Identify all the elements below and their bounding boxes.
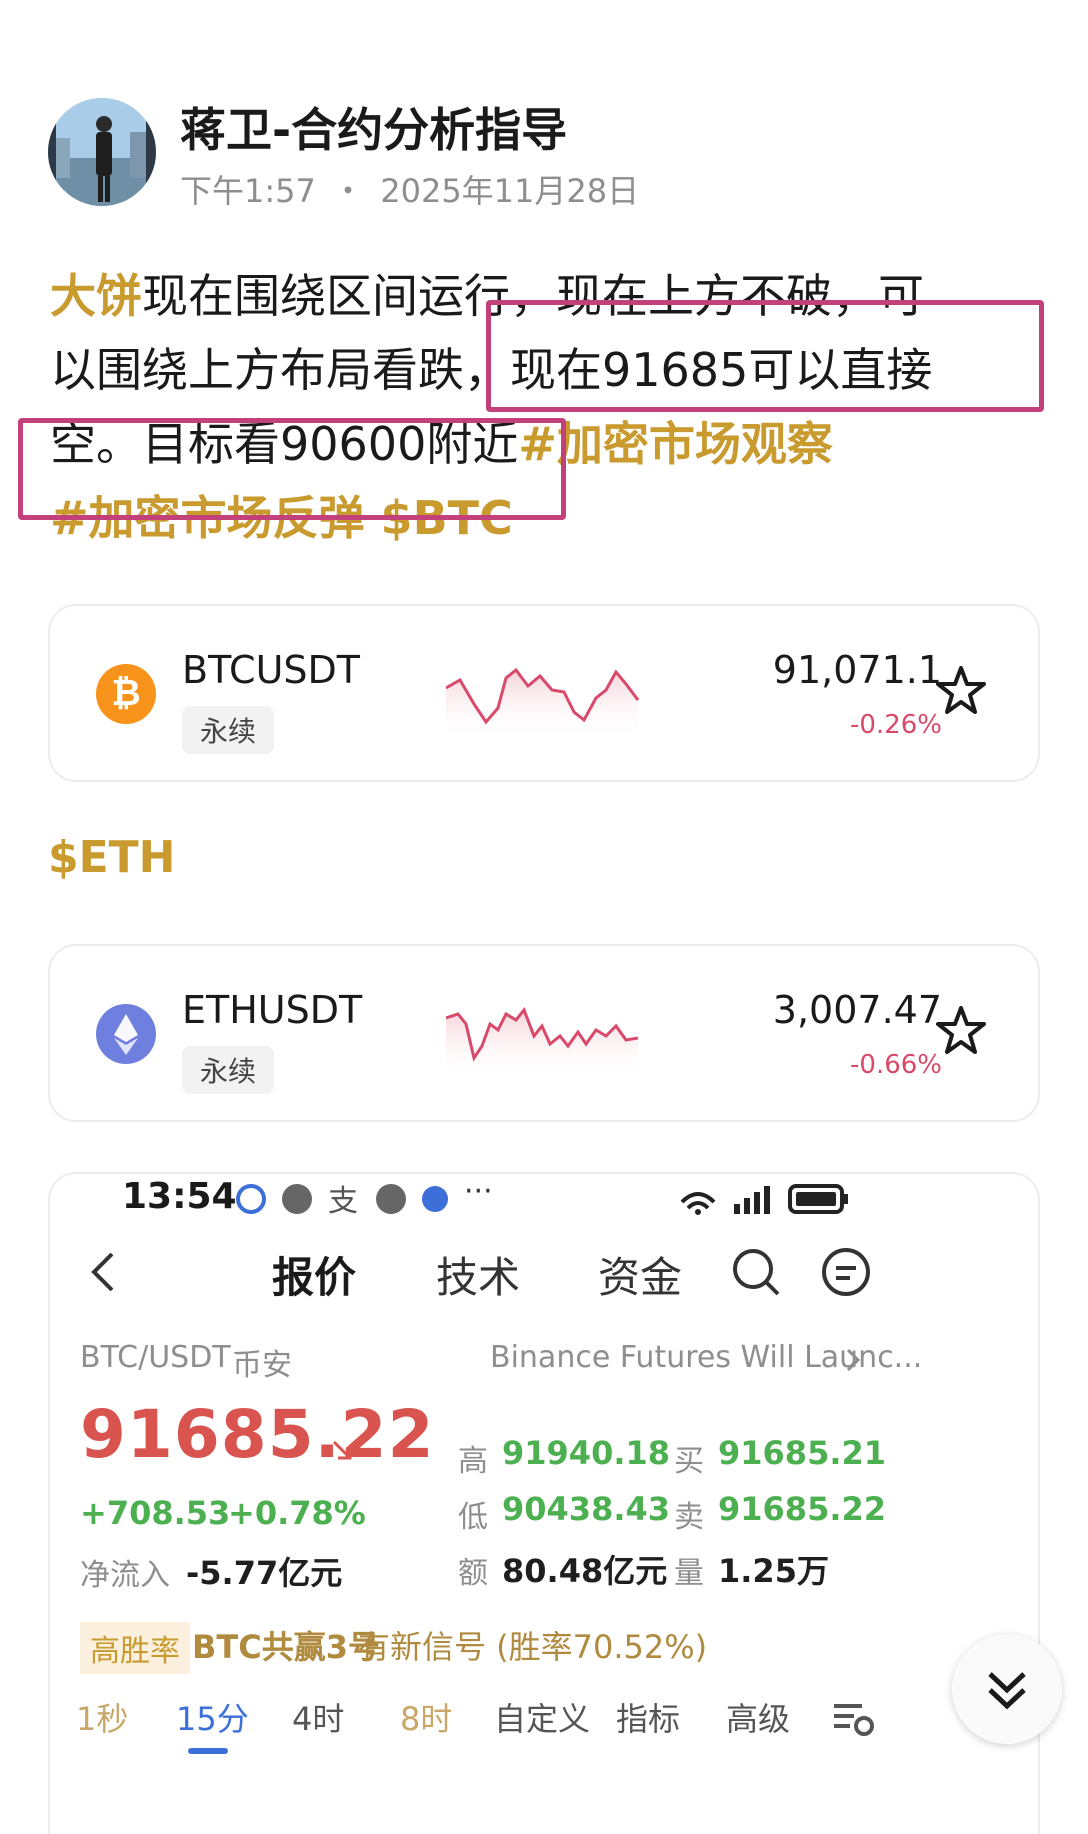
post-timestamp: 下午1:57 ・ 2025年11月28日: [180, 172, 640, 210]
perpetual-badge: 永续: [182, 1046, 275, 1094]
stat-label: 买: [674, 1444, 704, 1479]
stat-volume: 1.25万: [718, 1552, 829, 1590]
price-change-abs: +708.53: [80, 1494, 231, 1532]
timeframe-15m[interactable]: 15分: [176, 1694, 249, 1740]
signal-badge: 高胜率: [80, 1622, 190, 1674]
ticker-symbol: BTCUSDT: [182, 648, 360, 692]
highlight-box-target: [18, 418, 566, 520]
sparkline-chart: [446, 667, 640, 740]
favorite-star-icon[interactable]: [934, 1004, 988, 1058]
more-notifications-icon: ···: [464, 1174, 493, 1209]
ticker-change: -0.66%: [850, 1050, 942, 1080]
timeframe-4h[interactable]: 4时: [292, 1694, 344, 1740]
favorite-star-icon[interactable]: [934, 664, 988, 718]
embedded-screenshot: 13:54 支 ··· 报价 技术 资金 BTC/USDT 币安 Binance…: [48, 1172, 1040, 1834]
app-notification-icon: [376, 1184, 406, 1214]
app-notification-icon: [422, 1186, 448, 1212]
net-inflow-label: 净流入: [80, 1558, 170, 1593]
price-change-pct: +0.78%: [228, 1494, 366, 1532]
app-notification-icon: [282, 1184, 312, 1214]
sparkline-chart: [446, 1007, 639, 1080]
stat-label: 低: [458, 1500, 488, 1535]
stat-label: 额: [458, 1556, 488, 1591]
signal-name[interactable]: BTC共赢3号: [192, 1622, 380, 1668]
ticker-change: -0.26%: [850, 710, 942, 740]
ticker-card-eth[interactable]: ETHUSDT 永续 3,007.47 -0.66%: [48, 944, 1040, 1122]
scroll-down-button[interactable]: [952, 1634, 1062, 1744]
signal-battery-icon: [680, 1184, 848, 1215]
stat-label: 量: [674, 1556, 704, 1591]
highlight-box-entry: [486, 300, 1044, 412]
stat-turnover: 80.48亿元: [502, 1552, 668, 1590]
perpetual-badge: 永续: [182, 706, 275, 754]
stat-ask: 91685.22: [718, 1490, 887, 1528]
chart-settings-icon[interactable]: [832, 1698, 876, 1738]
alipay-icon: 支: [328, 1184, 358, 1219]
author-name[interactable]: 蒋卫-合约分析指导: [180, 94, 567, 160]
menu-icon[interactable]: [820, 1246, 872, 1298]
tab-quote[interactable]: 报价: [272, 1244, 356, 1305]
stat-label: 卖: [674, 1500, 704, 1535]
stat-bid: 91685.21: [718, 1434, 887, 1472]
cashtag-eth[interactable]: $ETH: [48, 832, 176, 883]
pair-name: BTC/USDT: [80, 1340, 231, 1375]
author-avatar[interactable]: [48, 98, 156, 206]
timeframe-1s[interactable]: 1秒: [76, 1694, 128, 1740]
exchange-name: 币安: [232, 1348, 292, 1383]
ticker-symbol: ETHUSDT: [182, 988, 363, 1032]
ethereum-icon: [96, 1004, 156, 1064]
double-chevron-down-icon: [988, 1672, 1026, 1710]
tab-funds[interactable]: 资金: [598, 1244, 682, 1305]
timeframe-custom[interactable]: 自定义: [494, 1694, 590, 1740]
active-tab-indicator: [188, 1748, 228, 1754]
app-notification-icon: [236, 1184, 266, 1214]
chevron-right-icon[interactable]: [844, 1346, 864, 1374]
advanced-menu[interactable]: 高级: [726, 1694, 790, 1740]
tab-technical[interactable]: 技术: [436, 1244, 520, 1305]
search-icon[interactable]: [730, 1246, 782, 1298]
signal-text[interactable]: 有新信号 (胜率70.52%): [358, 1622, 707, 1668]
net-inflow-value: -5.77亿元: [186, 1554, 343, 1592]
ticker-card-btc[interactable]: ₿ BTCUSDT 永续 91,071.1 -0.26%: [48, 604, 1040, 782]
stat-high: 91940.18: [502, 1434, 671, 1472]
bitcoin-icon: ₿: [96, 664, 156, 724]
hashtag-highlight[interactable]: 大饼: [50, 269, 142, 323]
ticker-price: 3,007.47: [772, 988, 942, 1032]
status-time: 13:54: [122, 1176, 237, 1217]
stat-low: 90438.43: [502, 1490, 671, 1528]
arrow-down-right-icon: [332, 1440, 352, 1460]
back-icon[interactable]: [84, 1250, 124, 1294]
last-price: 91685.22: [80, 1396, 435, 1473]
indicators-menu[interactable]: 指标: [616, 1694, 680, 1740]
ticker-price: 91,071.1: [772, 648, 942, 692]
timeframe-8h[interactable]: 8时: [400, 1694, 452, 1740]
stat-label: 高: [458, 1444, 488, 1479]
